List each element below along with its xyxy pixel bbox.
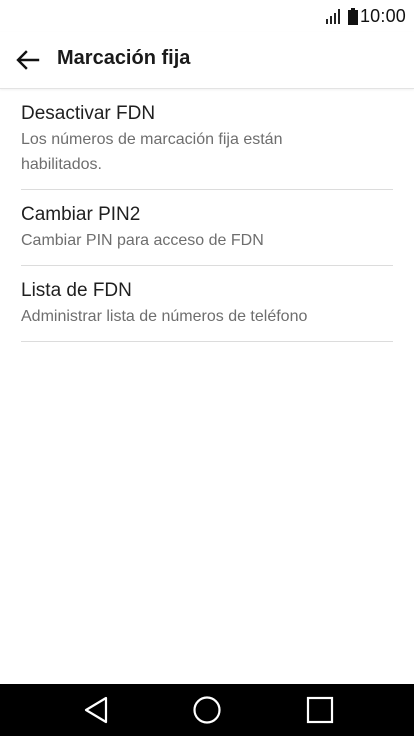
back-button[interactable] — [10, 44, 46, 76]
settings-list: Desactivar FDN Los números de marcación … — [21, 89, 393, 342]
screen: 10:00 Marcación fija Desactivar FDN Los … — [0, 0, 414, 736]
app-bar: Marcación fija — [0, 32, 414, 89]
list-item-summary: Los números de marcación fija están habi… — [21, 131, 283, 173]
list-item-summary: Cambiar PIN para acceso de FDN — [21, 232, 264, 249]
arrow-left-icon — [16, 50, 40, 70]
back-triangle-icon — [84, 696, 108, 724]
list-item-desactivar-fdn[interactable]: Desactivar FDN Los números de marcación … — [21, 89, 393, 190]
nav-home-button[interactable] — [187, 692, 227, 728]
status-time: 10:00 — [359, 5, 406, 26]
navigation-bar — [0, 684, 414, 736]
list-item-lista-de-fdn[interactable]: Lista de FDN Administrar lista de número… — [21, 266, 393, 342]
list-item-cambiar-pin2[interactable]: Cambiar PIN2 Cambiar PIN para acceso de … — [21, 190, 393, 266]
list-item-title: Desactivar FDN — [21, 103, 156, 124]
signal-icon — [325, 9, 340, 24]
list-item-title: Lista de FDN — [21, 280, 132, 301]
recents-square-icon — [306, 696, 334, 724]
page-title: Marcación fija — [57, 47, 191, 69]
list-item-summary: Administrar lista de números de teléfono — [21, 308, 308, 325]
home-circle-icon — [193, 696, 221, 724]
status-bar: 10:00 — [0, 0, 414, 32]
status-indicators: 10:00 — [325, 5, 406, 27]
nav-recents-button[interactable] — [300, 692, 340, 728]
nav-back-button[interactable] — [76, 692, 116, 728]
list-item-title: Cambiar PIN2 — [21, 204, 141, 225]
battery-icon — [347, 7, 358, 25]
